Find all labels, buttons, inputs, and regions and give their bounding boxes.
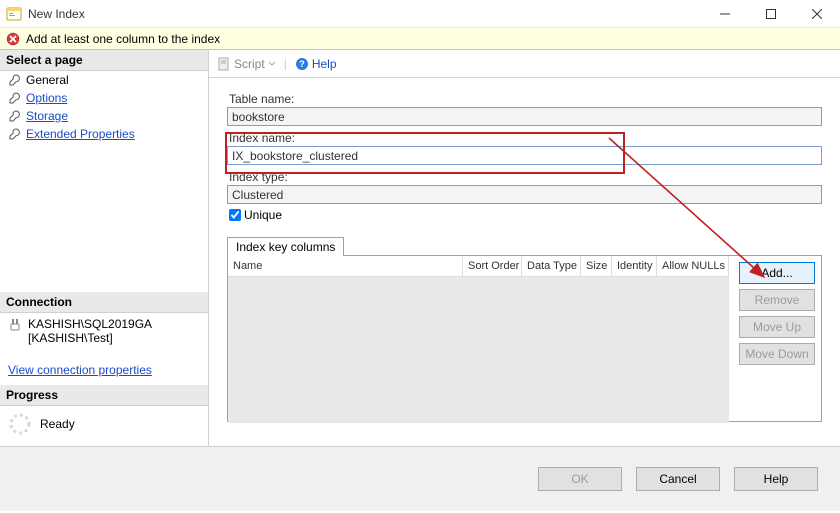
script-bar: Script | ? Help (209, 50, 840, 78)
remove-button: Remove (739, 289, 815, 311)
col-header-name[interactable]: Name (228, 256, 463, 276)
window-title: New Index (28, 7, 85, 21)
progress-status: Ready (40, 417, 75, 431)
dialog-button-bar: OK Cancel Help (0, 447, 840, 511)
page-item-extprops[interactable]: Extended Properties (0, 125, 208, 143)
wrench-icon (8, 91, 22, 105)
separator: | (284, 57, 287, 71)
move-up-button: Move Up (739, 316, 815, 338)
help-dialog-button[interactable]: Help (734, 467, 818, 491)
right-pane: Script | ? Help Table name: Index name: … (209, 50, 840, 446)
server-icon (8, 318, 22, 332)
form-body: Table name: Index name: Index type: Uniq… (209, 78, 840, 446)
grid-body-empty (228, 277, 729, 423)
connection-header: Connection (0, 292, 208, 313)
app-icon (6, 6, 22, 22)
page-link-general[interactable]: General (26, 73, 69, 87)
warning-bar: Add at least one column to the index (0, 28, 840, 50)
progress-body: Ready (0, 406, 208, 446)
minimize-button[interactable] (702, 0, 748, 28)
error-icon (6, 32, 20, 46)
progress-ring-icon (8, 412, 32, 436)
connection-context: [KASHISH\Test] (28, 331, 152, 345)
col-header-data-type[interactable]: Data Type (522, 256, 581, 276)
wrench-icon (8, 109, 22, 123)
grid-header: Name Sort Order Data Type Size Identity … (228, 256, 729, 277)
annotation-highlight-box (225, 132, 625, 174)
tab-index-key-columns[interactable]: Index key columns (227, 237, 344, 256)
left-pane: Select a page General Options Storage Ex… (0, 50, 209, 446)
close-button[interactable] (794, 0, 840, 28)
add-button[interactable]: Add... (739, 262, 815, 284)
col-header-sort-order[interactable]: Sort Order (463, 256, 522, 276)
unique-checkbox[interactable] (229, 209, 241, 221)
index-type-input (227, 185, 822, 204)
wrench-icon (8, 73, 22, 87)
ok-button: OK (538, 467, 622, 491)
tab-area: Index key columns Name Sort Order Data T… (227, 236, 822, 422)
page-link-storage[interactable]: Storage (26, 109, 68, 123)
page-link-extprops[interactable]: Extended Properties (26, 127, 135, 141)
script-button[interactable]: Script (217, 57, 276, 71)
move-down-button: Move Down (739, 343, 815, 365)
script-label: Script (234, 57, 265, 71)
col-header-allow-nulls[interactable]: Allow NULLs (657, 256, 729, 276)
table-name-input (227, 107, 822, 126)
page-item-general[interactable]: General (0, 71, 208, 89)
page-item-storage[interactable]: Storage (0, 107, 208, 125)
warning-text: Add at least one column to the index (26, 32, 220, 46)
col-header-identity[interactable]: Identity (612, 256, 657, 276)
grid-button-stack: Add... Remove Move Up Move Down (729, 256, 821, 421)
content-area: Select a page General Options Storage Ex… (0, 50, 840, 447)
script-icon (217, 57, 231, 71)
server-name: KASHISH\SQL2019GA (28, 317, 152, 331)
help-icon: ? (295, 57, 309, 71)
cancel-button[interactable]: Cancel (636, 467, 720, 491)
select-page-header: Select a page (0, 50, 208, 71)
table-name-label: Table name: (229, 92, 822, 106)
window-controls (702, 0, 840, 28)
help-label: Help (312, 57, 337, 71)
titlebar: New Index (0, 0, 840, 28)
page-link-options[interactable]: Options (26, 91, 67, 105)
dropdown-arrow-icon (268, 60, 276, 68)
connection-body: KASHISH\SQL2019GA [KASHISH\Test] (0, 313, 208, 353)
maximize-button[interactable] (748, 0, 794, 28)
wrench-icon (8, 127, 22, 141)
view-connection-properties-link[interactable]: View connection properties (0, 353, 208, 385)
svg-text:?: ? (299, 59, 305, 69)
unique-label: Unique (244, 208, 282, 222)
progress-header: Progress (0, 385, 208, 406)
page-item-options[interactable]: Options (0, 89, 208, 107)
help-button[interactable]: ? Help (295, 57, 337, 71)
col-header-size[interactable]: Size (581, 256, 612, 276)
index-columns-grid[interactable]: Name Sort Order Data Type Size Identity … (228, 256, 729, 421)
